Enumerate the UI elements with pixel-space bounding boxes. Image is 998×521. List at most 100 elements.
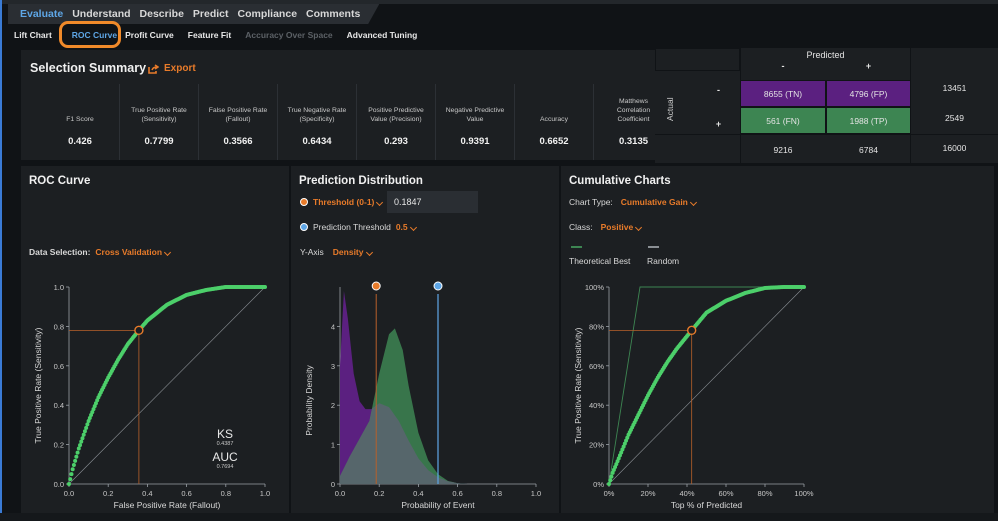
metric-label: False Positive Rate (Fallout) <box>208 107 268 123</box>
cum-y-tick-label: 80% <box>589 322 604 331</box>
selection-summary: Selection Summary Export F1 Score 0.426 T… <box>21 50 655 160</box>
roc-y-tick-label: 0.6 <box>54 362 64 371</box>
export-label: Export <box>164 63 196 74</box>
roc-x-tick-label: 1.0 <box>260 489 270 498</box>
roc-point <box>84 425 89 430</box>
dist-y-tick-label: 4 <box>331 322 335 331</box>
metric-value: 0.9391 <box>460 136 490 147</box>
cm-divider <box>655 70 740 71</box>
roc-point <box>79 439 84 444</box>
roc-y-tick-label: 1.0 <box>54 283 64 292</box>
cell-false-negative[interactable]: 561 (FN) <box>740 107 826 134</box>
cm-corner <box>655 48 740 71</box>
subtab-lift-chart[interactable]: Lift Chart <box>14 30 52 40</box>
tab-compliance[interactable]: Compliance <box>238 8 298 20</box>
roc-point <box>85 422 90 427</box>
cum-x-tick-label: 80% <box>757 489 772 498</box>
cum-x-tick-label: 40% <box>679 489 694 498</box>
roc-y-tick-label: 0.2 <box>54 441 64 450</box>
subtab-feature-fit[interactable]: Feature Fit <box>188 30 231 40</box>
roc-point <box>78 443 83 448</box>
distribution-panel: Prediction Distribution Threshold (0-1) … <box>291 166 559 513</box>
gain-point <box>609 474 614 479</box>
roc-y-tick-label: 0.0 <box>54 480 64 489</box>
metric-tpr: True Positive Rate (Sensitivity) 0.7799 <box>120 84 199 160</box>
subtab-profit-curve[interactable]: Profit Curve <box>125 30 174 40</box>
cm-divider <box>740 48 741 163</box>
cm-divider <box>655 134 998 135</box>
metric-tnr: True Negative Rate (Specificity) 0.6434 <box>278 84 357 160</box>
dist-x-label: Probability of Event <box>401 500 475 510</box>
dist-x-tick-label: 0.8 <box>492 489 502 498</box>
cell-true-negative[interactable]: 8655 (TN) <box>740 80 826 107</box>
ks-label: KS <box>217 427 233 441</box>
roc-point <box>73 458 78 463</box>
predicted-plus: + <box>865 61 872 71</box>
dist-y-tick-label: 3 <box>331 362 335 371</box>
dist-y-label: Probability Density <box>304 365 314 436</box>
roc-point <box>82 429 87 434</box>
tab-predict[interactable]: Predict <box>193 8 229 20</box>
roc-point <box>68 477 73 482</box>
roc-point <box>67 482 71 486</box>
dist-y-tick-label: 2 <box>331 401 335 410</box>
auc-label: AUC <box>212 450 238 464</box>
actual-label: Actual <box>665 97 675 121</box>
metric-ppv: Positive Predictive Value (Precision) 0.2… <box>357 84 436 160</box>
cum-y-tick-label: 40% <box>589 401 604 410</box>
roc-x-tick-label: 0.6 <box>181 489 191 498</box>
metric-npv: Negative Predictive Value 0.9391 <box>436 84 515 160</box>
metric-value: 0.6434 <box>302 136 332 147</box>
subtab-advanced-tuning[interactable]: Advanced Tuning <box>347 30 418 40</box>
roc-x-tick-label: 0.0 <box>64 489 74 498</box>
roc-chart[interactable]: 0.0 0.2 0.4 0.6 0.8 1.0 0.0 0.2 0.4 0.6 0.8 1.0 Fals… <box>21 166 289 513</box>
export-button[interactable]: Export <box>148 63 196 74</box>
dist-y-tick-label: 0 <box>331 480 335 489</box>
roc-x-tick-label: 0.4 <box>142 489 152 498</box>
cell-false-positive[interactable]: 4796 (FP) <box>826 80 911 107</box>
ks-value: 0.4387 <box>217 441 234 447</box>
row-total-positive: 2549 <box>945 113 964 123</box>
empty-panel <box>826 166 994 513</box>
metric-label: Negative Predictive Value <box>445 107 505 123</box>
roc-point <box>69 472 74 477</box>
metric-accuracy: Accuracy 0.6652 <box>515 84 594 160</box>
dist-x-tick-label: 0.0 <box>335 489 345 498</box>
metric-label: True Negative Rate (Specificity) <box>287 107 347 123</box>
cumulative-chart[interactable]: 0% 20% 40% 60% 80% 100% 0% 20% 40% 60% 80% 100% Top … <box>561 166 826 513</box>
dist-x-tick-label: 0.6 <box>452 489 462 498</box>
tab-comments[interactable]: Comments <box>306 8 360 20</box>
bottom-border <box>0 513 998 521</box>
roc-y-label: True Positive Rate (Sensitivity) <box>33 327 43 443</box>
metric-fpr: False Positive Rate (Fallout) 0.3566 <box>199 84 278 160</box>
tab-describe[interactable]: Describe <box>140 8 184 20</box>
metrics-row: F1 Score 0.426 True Positive Rate (Sensit… <box>41 84 673 160</box>
metric-value: 0.6652 <box>539 136 569 147</box>
cum-x-tick-label: 60% <box>718 489 733 498</box>
cm-divider <box>910 48 911 163</box>
row-total-negative: 13451 <box>942 83 967 93</box>
roc-point <box>80 436 85 441</box>
dist-x-tick-label: 0.4 <box>413 489 423 498</box>
distribution-chart[interactable]: 0.0 0.2 0.4 0.6 0.8 1.0 0 1 2 3 4 Probability of Ev… <box>291 166 559 513</box>
metric-value: 0.293 <box>384 136 408 147</box>
cell-true-positive[interactable]: 1988 (TP) <box>826 107 911 134</box>
threshold-handle <box>371 281 381 291</box>
roc-selected-point <box>134 325 144 336</box>
cumulative-panel: Cumulative Charts Chart Type: Cumulative… <box>561 166 826 513</box>
roc-point <box>263 285 267 289</box>
roc-x-label: False Positive Rate (Fallout) <box>114 500 221 510</box>
tab-understand[interactable]: Understand <box>72 8 130 20</box>
col-total-negative: 9216 <box>773 144 793 155</box>
dist-x-tick-label: 1.0 <box>531 489 541 498</box>
dist-y-tick-label: 1 <box>331 441 335 450</box>
metric-value: 0.7799 <box>144 136 174 147</box>
cum-y-tick-label: 60% <box>589 362 604 371</box>
cum-x-tick-label: 100% <box>794 489 814 498</box>
cum-y-label: True Positive Rate (Sensitivity) <box>573 327 583 443</box>
actual-plus: + <box>715 119 722 129</box>
cum-y-tick-label: 0% <box>593 480 604 489</box>
cum-x-tick-label: 20% <box>640 489 655 498</box>
tab-evaluate[interactable]: Evaluate <box>20 8 63 20</box>
predicted-minus: - <box>781 61 785 71</box>
